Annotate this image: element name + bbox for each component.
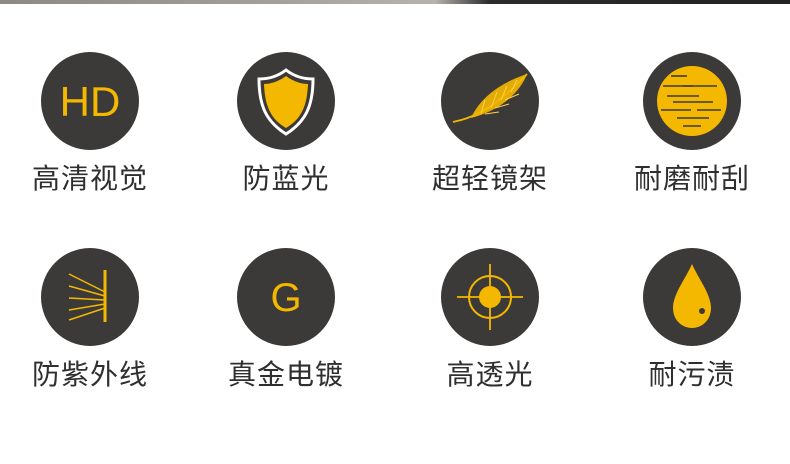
feature-label: 防紫外线	[31, 358, 148, 391]
g-icon-text: G	[270, 276, 301, 320]
g-letter-icon: G	[237, 248, 335, 346]
uv-rays-icon	[41, 248, 139, 346]
feature-label: 耐污渍	[648, 358, 736, 391]
scratch-disc-icon	[643, 52, 741, 150]
hd-icon-text: HD	[60, 78, 121, 125]
feature-label: 耐磨耐刮	[633, 162, 750, 195]
hd-icon: HD	[41, 52, 139, 150]
feature-ultralight-frame: 超轻镜架	[410, 52, 570, 195]
feather-icon	[441, 52, 539, 150]
feature-uv-protection: 防紫外线	[10, 248, 170, 391]
feature-scratch-resistant: 耐磨耐刮	[612, 52, 772, 195]
feature-label: 超轻镜架	[431, 162, 548, 195]
shield-icon	[237, 52, 335, 150]
droplet-icon	[643, 248, 741, 346]
feature-stain-resistant: 耐污渍	[612, 248, 772, 391]
feature-label: 防蓝光	[242, 162, 330, 195]
feature-label: 高透光	[446, 358, 534, 391]
feature-gold-plating: G 真金电镀	[206, 248, 366, 391]
feature-hd-vision: HD 高清视觉	[10, 52, 170, 195]
top-image-strip	[0, 0, 790, 4]
feature-high-transmittance: 高透光	[410, 248, 570, 391]
feature-anti-blue-light: 防蓝光	[206, 52, 366, 195]
feature-label: 真金电镀	[227, 358, 344, 391]
crosshair-icon	[441, 248, 539, 346]
feature-label: 高清视觉	[31, 162, 148, 195]
